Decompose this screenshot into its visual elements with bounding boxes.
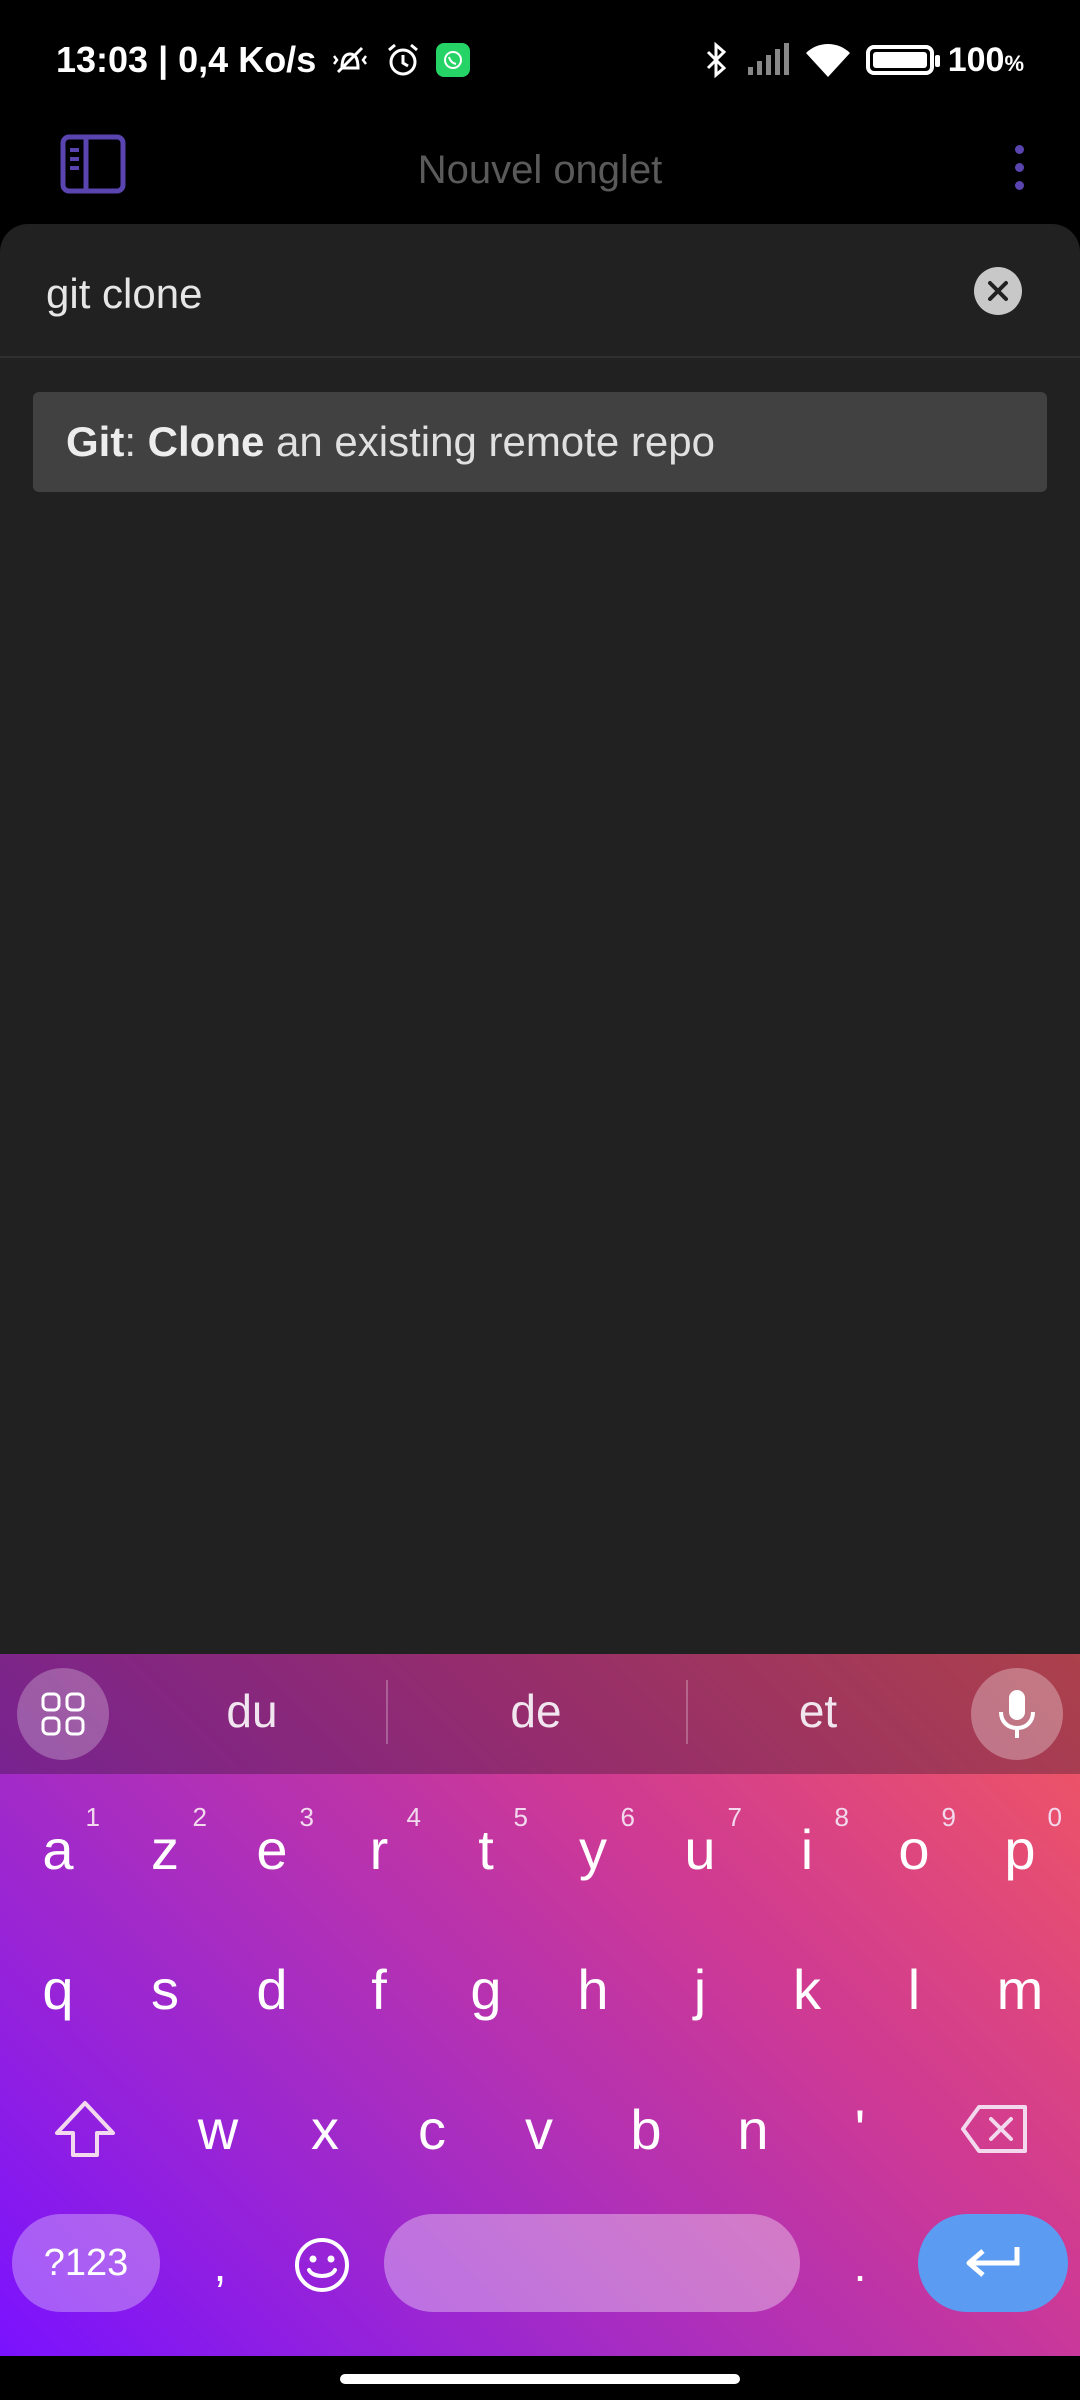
enter-arrow-icon[interactable] — [918, 2214, 1068, 2312]
key-n[interactable]: n — [703, 2074, 803, 2184]
result-item[interactable]: Git: Clone an existing remote repo — [33, 392, 1047, 492]
suggestion-divider — [686, 1680, 688, 1744]
key-m[interactable]: m — [970, 1934, 1070, 2044]
key-k[interactable]: k — [757, 1934, 857, 2044]
suggestion-word[interactable]: et — [718, 1684, 918, 1738]
alarm-icon — [384, 41, 422, 79]
result-prefix: Git — [66, 418, 125, 465]
key-b[interactable]: b — [596, 2074, 696, 2184]
key-s[interactable]: s — [115, 1934, 215, 2044]
app-bar: Nouvel onglet — [0, 120, 1080, 220]
key-z[interactable]: z2 — [115, 1794, 215, 1904]
key-e[interactable]: e3 — [222, 1794, 322, 1904]
close-icon[interactable] — [974, 267, 1022, 315]
key-label: t — [478, 1817, 494, 1881]
key-label: i — [800, 1817, 814, 1881]
key-hint: 3 — [299, 1802, 314, 1832]
key-label: r — [369, 1817, 389, 1881]
key-period[interactable]: . — [810, 2210, 910, 2320]
suggestion-divider — [386, 1680, 388, 1744]
key-label: p — [1004, 1817, 1036, 1881]
key-hint: 7 — [727, 1802, 742, 1832]
gesture-nav-handle[interactable] — [340, 2374, 740, 2384]
key-l[interactable]: l — [864, 1934, 964, 2044]
key-v[interactable]: v — [489, 2074, 589, 2184]
key-u[interactable]: u7 — [650, 1794, 750, 1904]
key-hint: 5 — [513, 1802, 528, 1832]
key-h[interactable]: h — [543, 1934, 643, 2044]
tab-title: Nouvel onglet — [417, 147, 663, 192]
key-i[interactable]: i8 — [757, 1794, 857, 1904]
backspace-icon[interactable] — [940, 2074, 1050, 2184]
key-q[interactable]: q — [8, 1934, 108, 2044]
status-left: 13:03 | 0,4 Ko/s — [56, 39, 471, 81]
key-t[interactable]: t5 — [436, 1794, 536, 1904]
status-time: 13:03 | 0,4 Ko/s — [56, 39, 317, 80]
key-label: e — [256, 1817, 288, 1881]
key-c[interactable]: c — [382, 2074, 482, 2184]
signal-icon — [746, 43, 790, 77]
key-hint: 0 — [1047, 1802, 1062, 1832]
key-comma[interactable]: , — [170, 2210, 270, 2320]
shift-arrow-icon[interactable] — [30, 2074, 140, 2184]
key-label: y — [579, 1817, 607, 1881]
key-w[interactable]: w — [168, 2074, 268, 2184]
key-apostrophe[interactable]: ' — [810, 2074, 910, 2184]
command-palette: Git: Clone an existing remote repo — [0, 224, 1080, 1654]
key-label: u — [684, 1817, 716, 1881]
result-keyword: Clone — [147, 418, 265, 465]
key-d[interactable]: d — [222, 1934, 322, 2044]
suggestion-word[interactable]: de — [436, 1684, 636, 1738]
key-a[interactable]: a1 — [8, 1794, 108, 1904]
key-hint: 8 — [834, 1802, 849, 1832]
key-hint: 1 — [85, 1802, 100, 1832]
search-row — [0, 224, 1080, 358]
result-description: an existing remote repo — [264, 418, 715, 465]
key-r[interactable]: r4 — [329, 1794, 429, 1904]
key-hint: 4 — [406, 1802, 421, 1832]
battery-level: 100% — [947, 40, 1024, 79]
suggestion-word[interactable]: du — [152, 1684, 352, 1738]
numeric-mode-key[interactable]: ?123 — [12, 2214, 160, 2312]
battery-icon — [865, 45, 940, 75]
result-separator: : — [124, 418, 148, 465]
emoji-icon[interactable] — [272, 2210, 372, 2320]
more-vert-icon[interactable] — [994, 132, 1044, 202]
key-y[interactable]: y6 — [543, 1794, 643, 1904]
microphone-icon[interactable] — [971, 1668, 1063, 1760]
key-hint: 2 — [192, 1802, 207, 1832]
status-right: 100% — [702, 40, 1024, 80]
key-label: z — [151, 1817, 179, 1881]
key-hint: 9 — [941, 1802, 956, 1832]
search-input[interactable] — [44, 258, 948, 330]
space-bar[interactable] — [384, 2214, 800, 2312]
key-j[interactable]: j — [650, 1934, 750, 2044]
apps-grid-icon[interactable] — [17, 1668, 109, 1760]
vibrate-mute-icon — [330, 40, 370, 80]
whatsapp-icon — [436, 43, 471, 77]
key-x[interactable]: x — [275, 2074, 375, 2184]
key-o[interactable]: o9 — [864, 1794, 964, 1904]
sidebar-toggle-icon[interactable] — [60, 134, 126, 194]
wifi-icon — [804, 41, 852, 79]
suggestion-bar: du de et — [0, 1654, 1080, 1774]
key-label: o — [898, 1817, 930, 1881]
key-hint: 6 — [620, 1802, 635, 1832]
key-p[interactable]: p0 — [970, 1794, 1070, 1904]
key-f[interactable]: f — [329, 1934, 429, 2044]
status-bar: 13:03 | 0,4 Ko/s 100% — [0, 0, 1080, 120]
key-g[interactable]: g — [436, 1934, 536, 2044]
key-label: a — [42, 1817, 74, 1881]
bluetooth-icon — [702, 40, 732, 80]
